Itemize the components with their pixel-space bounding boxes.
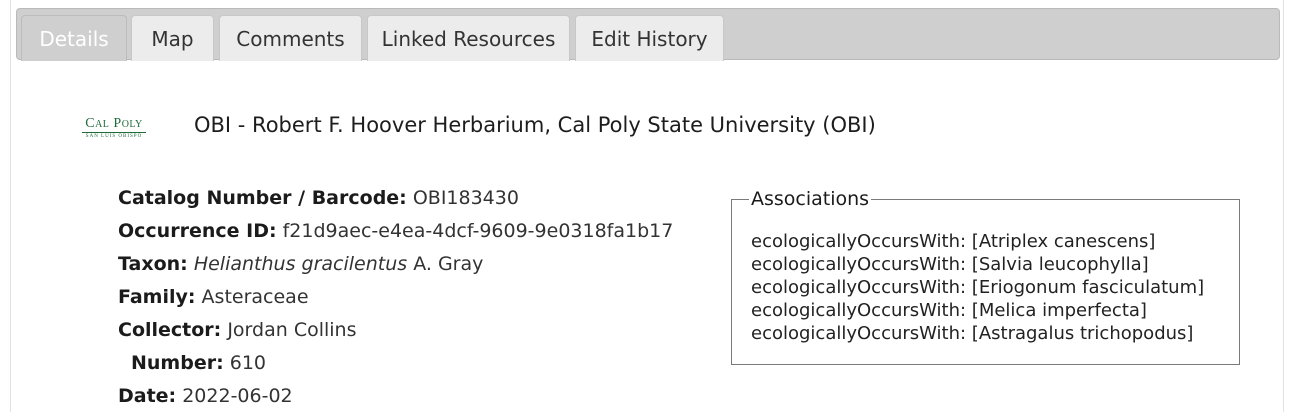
family-value: Asteraceae: [201, 286, 309, 308]
tab-map[interactable]: Map: [131, 15, 214, 61]
institution-title: OBI - Robert F. Hoover Herbarium, Cal Po…: [194, 113, 876, 137]
association-item: ecologicallyOccursWith: [Atriplex canesc…: [751, 231, 1156, 252]
collector-row: Collector: Jordan Collins: [118, 318, 673, 351]
logo-subtext: SAN LUIS OBISPO: [82, 132, 146, 140]
association-item: ecologicallyOccursWith: [Eriogonum fasci…: [751, 277, 1205, 298]
number-row: Number: 610: [118, 351, 673, 384]
taxon-author: A. Gray: [413, 253, 484, 275]
date-value: 2022-06-02: [182, 385, 293, 407]
associations-list: ecologicallyOccursWith: [Atriplex canesc…: [751, 230, 1239, 345]
taxon-row: Taxon: Helianthus gracilentus A. Gray: [118, 252, 673, 285]
association-item: ecologicallyOccursWith: [Astragalus tric…: [751, 323, 1194, 344]
tab-bar: Details Map Comments Linked Resources Ed…: [16, 8, 1280, 61]
associations-box: Associations ecologicallyOccursWith: [At…: [731, 188, 1240, 365]
number-value: 610: [229, 352, 266, 374]
collector-label: Collector:: [118, 319, 222, 341]
taxon-label: Taxon:: [118, 253, 188, 275]
record-details: Catalog Number / Barcode: OBI183430 Occu…: [118, 186, 673, 417]
occurrence-id-row: Occurrence ID: f21d9aec-e4ea-4dcf-9609-9…: [118, 219, 673, 252]
tab-edit-history[interactable]: Edit History: [575, 15, 724, 61]
occurrence-id-value: f21d9aec-e4ea-4dcf-9609-9e0318fa1b17: [282, 220, 674, 242]
tab-comments[interactable]: Comments: [219, 15, 362, 61]
number-label: Number:: [131, 352, 224, 374]
date-row: Date: 2022-06-02: [118, 384, 673, 417]
catalog-number-label: Catalog Number / Barcode:: [118, 187, 407, 209]
association-item: ecologicallyOccursWith: [Melica imperfec…: [751, 300, 1147, 321]
tab-linked-resources[interactable]: Linked Resources: [367, 15, 570, 61]
associations-legend: Associations: [751, 188, 870, 210]
association-item: ecologicallyOccursWith: [Salvia leucophy…: [751, 254, 1149, 275]
family-label: Family:: [118, 286, 196, 308]
collector-value: Jordan Collins: [227, 319, 357, 341]
date-label: Date:: [118, 385, 177, 407]
catalog-number-value: OBI183430: [412, 187, 519, 209]
catalog-number-row: Catalog Number / Barcode: OBI183430: [118, 186, 673, 219]
occurrence-id-label: Occurrence ID:: [118, 220, 277, 242]
family-row: Family: Asteraceae: [118, 285, 673, 318]
logo-text: Cal Poly: [85, 116, 143, 131]
tab-details[interactable]: Details: [21, 15, 127, 61]
taxon-name: Helianthus gracilentus: [193, 253, 408, 275]
institution-logo: Cal Poly SAN LUIS OBISPO: [78, 116, 150, 144]
